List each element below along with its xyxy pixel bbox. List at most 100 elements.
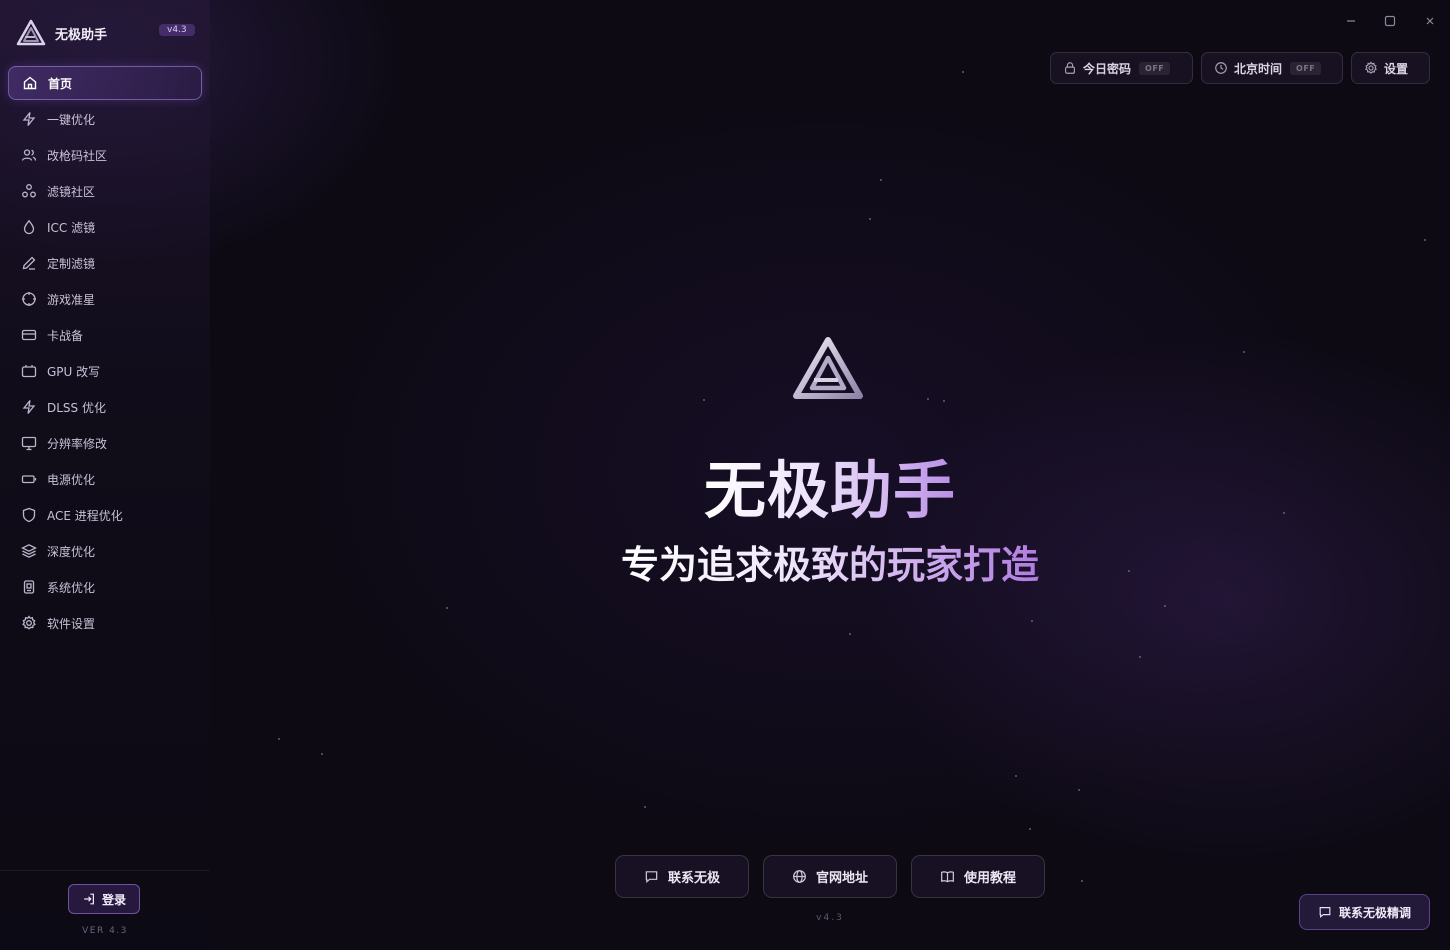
daily-password-state-badge: OFF xyxy=(1139,61,1171,75)
hero-title: 无极助手 xyxy=(210,440,1450,527)
app-name: 无极助手 xyxy=(55,27,108,43)
sidebar-item-home[interactable]: 首页 xyxy=(8,66,202,100)
website-button[interactable]: 官网地址 xyxy=(763,855,897,898)
daily-password-label: 今日密码 xyxy=(1083,61,1132,76)
sidebar-item-dlss-optimize[interactable]: DLSS 优化 xyxy=(8,390,202,424)
contact-tuning-button[interactable]: 联系无极精调 xyxy=(1299,894,1430,930)
message-icon xyxy=(1319,907,1331,919)
sidebar-item-label: ICC 滤镜 xyxy=(47,220,96,235)
message-icon xyxy=(645,871,658,883)
daily-password-toggle[interactable]: 今日密码 OFF xyxy=(1050,52,1193,84)
close-icon xyxy=(1426,17,1434,25)
star-dot xyxy=(1283,512,1285,514)
chip-icon xyxy=(20,579,37,596)
sidebar-item-label: 滤镜社区 xyxy=(47,184,96,199)
star-dot xyxy=(1078,789,1080,791)
contact-label: 联系无极 xyxy=(667,871,720,886)
sidebar-item-resolution[interactable]: 分辨率修改 xyxy=(8,426,202,460)
shield-icon xyxy=(20,507,37,524)
star-dot xyxy=(446,607,448,609)
sidebar-item-system-optimize[interactable]: 系统优化 xyxy=(8,570,202,604)
layers-icon xyxy=(20,543,37,560)
sidebar-item-label: ACE 进程优化 xyxy=(47,508,123,523)
star-dot xyxy=(869,218,871,220)
contact-tuning-label: 联系无极精调 xyxy=(1338,905,1411,920)
book-icon xyxy=(941,871,954,883)
star-dot xyxy=(321,753,323,755)
brand: 无极助手 v4.3 xyxy=(16,18,196,48)
sidebar-item-label: DLSS 优化 xyxy=(47,400,106,415)
sidebar-item-label: 一键优化 xyxy=(47,112,96,127)
star-dot xyxy=(644,806,646,808)
star-dot xyxy=(849,633,851,635)
maximize-icon xyxy=(1384,15,1396,27)
star-dot xyxy=(1029,828,1031,830)
hero-title-text: 无极助手 xyxy=(703,454,956,527)
pen-icon xyxy=(20,255,37,272)
sidebar-item-game-crosshair[interactable]: 游戏准星 xyxy=(8,282,202,316)
login-button[interactable]: 登录 xyxy=(68,884,140,914)
sidebar-item-label: 软件设置 xyxy=(47,616,96,631)
monitor-icon xyxy=(20,435,37,452)
star-dot xyxy=(1243,351,1245,353)
star-dot xyxy=(962,71,964,73)
lightning-icon xyxy=(20,399,37,416)
sidebar-version-text: VER 4.3 xyxy=(82,926,128,936)
beijing-time-toggle[interactable]: 北京时间 OFF xyxy=(1201,52,1343,84)
settings-label: 设置 xyxy=(1384,61,1409,76)
star-dot xyxy=(1031,620,1033,622)
star-dot xyxy=(1164,605,1166,607)
sidebar-item-ace-process[interactable]: ACE 进程优化 xyxy=(8,498,202,532)
star-dot xyxy=(703,399,705,401)
sidebar-item-label: GPU 改写 xyxy=(47,364,101,379)
sidebar-item-label: 定制滤镜 xyxy=(47,256,96,271)
sidebar-item-icc-filter[interactable]: ICC 滤镜 xyxy=(8,210,202,244)
sidebar-divider xyxy=(0,870,210,871)
contact-button[interactable]: 联系无极 xyxy=(615,855,749,898)
app-logo-icon xyxy=(16,19,46,46)
maximize-button[interactable] xyxy=(1379,10,1401,32)
hero-logo-icon xyxy=(793,337,863,399)
minimize-button[interactable] xyxy=(1340,10,1362,32)
sidebar-item-power-optimize[interactable]: 电源优化 xyxy=(8,462,202,496)
star-dot xyxy=(1015,775,1017,777)
users-icon xyxy=(20,147,37,164)
footer-version: v4.3 xyxy=(816,913,844,923)
sidebar-item-custom-filter[interactable]: 定制滤镜 xyxy=(8,246,202,280)
sidebar-item-card-prep[interactable]: 卡战备 xyxy=(8,318,202,352)
star-dot xyxy=(880,179,882,181)
sidebar-item-filter-community[interactable]: 滤镜社区 xyxy=(8,174,202,208)
website-label: 官网地址 xyxy=(815,871,868,886)
settings-button[interactable]: 设置 xyxy=(1351,52,1430,84)
star-dot xyxy=(943,400,945,402)
lightning-icon xyxy=(20,111,37,128)
sidebar-item-label: 深度优化 xyxy=(47,544,96,559)
battery-icon xyxy=(20,471,37,488)
sidebar-item-gpu-rewrite[interactable]: GPU 改写 xyxy=(8,354,202,388)
gpu-icon xyxy=(20,363,37,380)
star-dot xyxy=(1139,656,1141,658)
sidebar-item-label: 首页 xyxy=(48,76,73,91)
hero-subtitle: 专为追求极致的玩家打造 xyxy=(210,534,1450,589)
sidebar-item-one-click-optimize[interactable]: 一键优化 xyxy=(8,102,202,136)
sidebar-item-label: 卡战备 xyxy=(47,328,84,343)
beijing-time-state-badge: OFF xyxy=(1290,61,1322,75)
sidebar-item-label: 系统优化 xyxy=(47,580,96,595)
star-dot xyxy=(1424,239,1426,241)
close-button[interactable] xyxy=(1419,10,1441,32)
tutorial-label: 使用教程 xyxy=(963,871,1016,886)
clock-icon xyxy=(1215,62,1227,74)
sidebar-item-label: 分辨率修改 xyxy=(47,436,108,451)
sidebar-item-deep-optimize[interactable]: 深度优化 xyxy=(8,534,202,568)
gear-icon xyxy=(20,615,37,632)
beijing-time-label: 北京时间 xyxy=(1234,61,1283,76)
star-dot xyxy=(927,398,929,400)
star-dot xyxy=(1081,880,1083,882)
sidebar-item-label: 电源优化 xyxy=(47,472,96,487)
sidebar-item-label: 改枪码社区 xyxy=(47,148,108,163)
sidebar: 无极助手 v4.3 首页 一键优化 改枪码社区 滤镜社区 ICC 滤镜 定制滤镜… xyxy=(0,0,210,950)
card-icon xyxy=(20,327,37,344)
sidebar-item-gun-code-community[interactable]: 改枪码社区 xyxy=(8,138,202,172)
sidebar-item-software-settings[interactable]: 软件设置 xyxy=(8,606,202,640)
tutorial-button[interactable]: 使用教程 xyxy=(911,855,1045,898)
